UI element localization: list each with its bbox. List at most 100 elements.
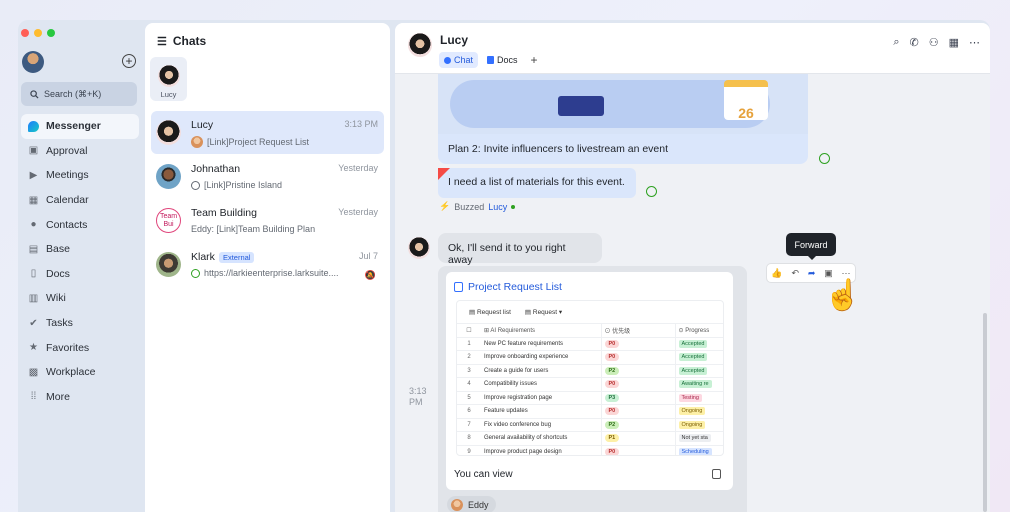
read-check-icon (191, 268, 200, 278)
buzzed-label: Buzzed (454, 201, 485, 212)
mute-icon: 🔕 (364, 270, 376, 280)
message-bubble[interactable]: Ok, I'll send it to you right away (438, 233, 602, 266)
nav-item-workplace[interactable]: ▩ Workplace (21, 360, 139, 385)
contact-avatar[interactable] (408, 33, 432, 57)
tab-chat[interactable]: Chat (439, 52, 479, 68)
nav-label: More (46, 390, 70, 403)
add-tab-button[interactable]: + (527, 53, 542, 67)
sender-avatar[interactable] (408, 237, 430, 259)
doc-owner-chip[interactable]: Eddy (447, 496, 496, 512)
chat-row-klark[interactable]: Klark External Jul 7 https://larkieenterp… (151, 243, 384, 286)
avatar (156, 252, 181, 277)
tab-docs[interactable]: Docs (482, 52, 523, 68)
nav-item-base[interactable]: ▤ Base (21, 237, 139, 262)
chat-list-title: Chats (172, 34, 207, 48)
nav-label: Calendar (46, 194, 89, 207)
document-icon (454, 282, 463, 292)
user-avatar[interactable] (22, 51, 44, 73)
nav-label: Approval (46, 144, 88, 157)
scrollbar[interactable] (983, 313, 987, 512)
shared-doc-message[interactable]: Project Request List ▤ Request list ▤ Re… (438, 266, 747, 512)
chat-row-johnathan[interactable]: Johnathan Yesterday [Link]Pristine Islan… (151, 155, 384, 198)
call-icon[interactable]: ✆ (910, 36, 919, 49)
nav-item-tasks[interactable]: ✔ Tasks (21, 311, 139, 336)
table-row: 1 New PC feature requirements P0 Accepted (457, 337, 723, 351)
chat-name: Klark External (191, 251, 255, 263)
pinned-label: Lucy (160, 90, 177, 99)
nav-item-wiki[interactable]: ▥ Wiki (21, 286, 139, 311)
progress-cell: Accepted (675, 337, 723, 351)
message-bubble[interactable]: Plan 2: Invite influencers to livestream… (438, 134, 808, 164)
message-text: Ok, I'll send it to you right away (448, 242, 566, 266)
chat-name: Team Building (191, 207, 257, 219)
more-icon[interactable]: ⋯ (969, 36, 980, 49)
chats-menu-icon[interactable]: ☰ (157, 35, 167, 48)
nav-item-messenger[interactable]: Messenger (21, 114, 139, 139)
search-chat-icon[interactable]: ⌕ (893, 36, 899, 49)
chat-preview: Eddy: [Link]Team Building Plan (191, 224, 315, 234)
pinned-chat-lucy[interactable]: Lucy (150, 57, 187, 101)
forward-icon[interactable]: ➦ (808, 268, 816, 279)
base-icon: ▤ (28, 243, 39, 255)
group-avatar: Team Bui (156, 208, 181, 233)
close-window-button[interactable] (21, 29, 29, 37)
calendar-icon[interactable]: ▦ (949, 36, 959, 49)
nav-item-meetings[interactable]: ▶ Meetings (21, 163, 139, 188)
column-header-text: AI Requirements (490, 327, 536, 334)
nav-item-more[interactable]: ⁞⁞ More (21, 385, 139, 410)
nav-item-calendar[interactable]: ▦ Calendar (21, 188, 139, 213)
progress-cell: Accepted (675, 364, 723, 378)
grid-icon: ⁞⁞ (30, 391, 37, 403)
search-icon (30, 89, 39, 99)
progress-tag: Ongoing (678, 420, 706, 429)
copy-icon[interactable] (712, 469, 721, 479)
doc-card[interactable]: Project Request List ▤ Request list ▤ Re… (446, 272, 733, 490)
thumbs-up-icon[interactable]: 👍 (771, 268, 782, 279)
nav-item-contacts[interactable]: ● Contacts (21, 212, 139, 237)
more-icon[interactable]: ⋯ (842, 268, 851, 279)
progress-tag: Testing (678, 393, 702, 402)
add-to-task-icon[interactable]: ▣ (824, 268, 833, 279)
nav-label: Messenger (46, 120, 101, 133)
priority-pill: P0 (604, 353, 620, 362)
priority-pill: P0 (604, 447, 620, 455)
add-icon[interactable]: + (122, 54, 136, 68)
request-table: ☐ ⊞ AI Requirements ⊙ 优先级 ⊙ Progress 1 Ne… (457, 323, 723, 455)
reply-icon[interactable]: ↶ (791, 268, 799, 279)
requirement-cell: New PC feature requirements (481, 337, 602, 351)
workplace-icon: ▩ (28, 366, 39, 378)
message-timestamp: 3:13 PM (409, 386, 427, 407)
row-number: 9 (457, 445, 481, 455)
minimize-window-button[interactable] (34, 29, 42, 37)
tab-label: Docs (497, 55, 518, 65)
chat-row-lucy[interactable]: Lucy 3:13 PM [Link]Project Request List (151, 111, 384, 154)
search-box[interactable]: Search (⌘+K) (21, 82, 137, 106)
messenger-icon (28, 120, 39, 132)
owner-avatar (451, 498, 463, 511)
priority-cell: P0 (601, 337, 676, 351)
doc-title[interactable]: Project Request List (454, 281, 562, 293)
nav-item-approval[interactable]: ▣ Approval (21, 139, 139, 164)
priority-cell: P3 (601, 391, 676, 405)
requirement-cell: Improve onboarding experience (481, 350, 602, 365)
nav-item-docs[interactable]: ▯ Docs (21, 262, 139, 287)
nav-label: Favorites (46, 341, 90, 354)
chat-row-team-building[interactable]: Team Bui Team Building Yesterday Eddy: [… (151, 199, 384, 242)
priority-cell: P0 (601, 377, 676, 392)
priority-pill: P1 (604, 434, 620, 443)
sender-avatar (191, 136, 203, 148)
message-text: I need a list of materials for this even… (448, 176, 625, 188)
owner-name: Eddy (468, 499, 489, 510)
read-receipt-icon (646, 186, 657, 197)
nav-item-favorites[interactable]: ★ Favorites (21, 335, 139, 360)
buzzed-name[interactable]: Lucy (488, 202, 507, 212)
message-bubble[interactable]: I need a list of materials for this even… (438, 168, 636, 198)
avatar (156, 164, 181, 189)
zoom-window-button[interactable] (47, 29, 55, 37)
chat-name: Johnathan (191, 163, 241, 175)
add-member-icon[interactable]: ⚇ (929, 36, 939, 49)
progress-tag: Ongoing (678, 407, 706, 416)
column-header: ⊞ AI Requirements (481, 323, 602, 338)
buzz-flag-icon (438, 168, 450, 180)
progress-cell: Accepted (675, 350, 723, 365)
